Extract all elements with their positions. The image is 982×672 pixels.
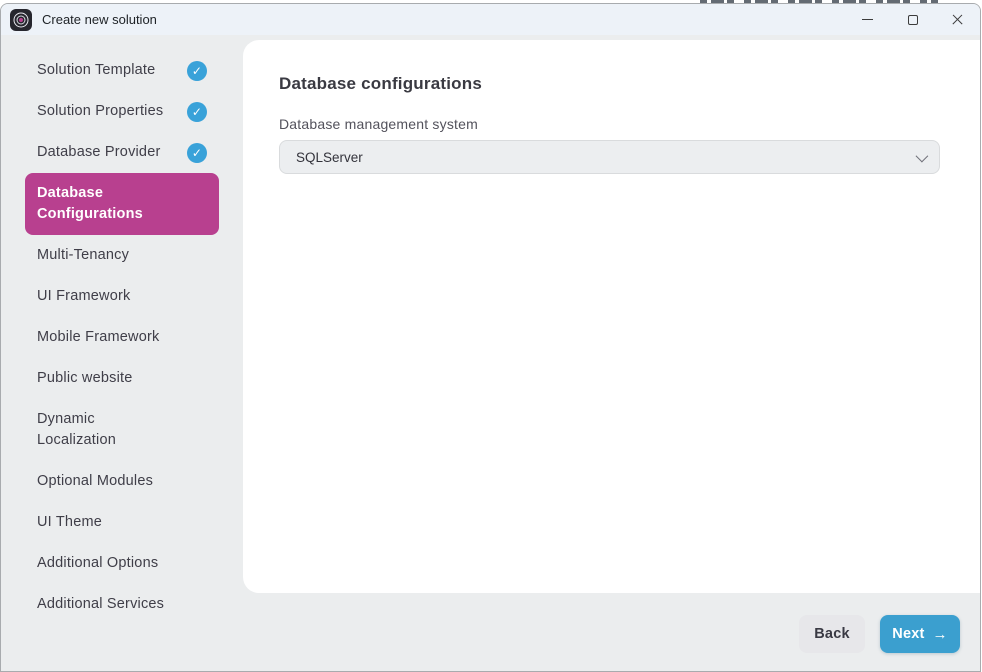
chevron-down-icon [915, 149, 929, 162]
sidebar-item-public-website[interactable]: Public website [25, 358, 219, 399]
step-completed-check-icon: ✓ [187, 142, 207, 163]
select-value: SQLServer [296, 149, 363, 165]
sidebar-item-mobile-framework[interactable]: Mobile Framework [25, 317, 219, 358]
titlebar: Create new solution [1, 4, 980, 35]
sidebar-item-label: Database Provider [37, 144, 161, 160]
sidebar-item-ui-framework[interactable]: UI Framework [25, 276, 219, 317]
sidebar-item-label: Solution Template [37, 62, 156, 78]
page-title: Database configurations [279, 74, 482, 93]
next-button-label: Next [892, 626, 925, 642]
window-controls [845, 4, 980, 35]
sidebar-item-label: Additional Options [37, 555, 159, 571]
back-button[interactable]: Back [799, 615, 865, 653]
next-button[interactable]: Next → [880, 615, 960, 653]
sidebar-item-solution-properties[interactable]: Solution Properties ✓ [25, 91, 219, 132]
step-completed-check-icon: ✓ [187, 101, 207, 122]
wizard-footer-actions: Back Next → [799, 615, 960, 653]
sidebar-item-label: Optional Modules [37, 473, 154, 489]
sidebar-item-label: UI Framework [37, 288, 131, 304]
sidebar-item-label: Dynamic Localization [37, 411, 116, 448]
sidebar-item-label: Solution Properties [37, 103, 164, 119]
minimize-button[interactable] [845, 4, 890, 35]
sidebar-item-label: Multi-Tenancy [37, 247, 130, 263]
create-new-solution-window: Create new solution Solution Template ✓ … [0, 3, 981, 672]
sidebar-item-optional-modules[interactable]: Optional Modules [25, 461, 219, 502]
sidebar-item-label: Public website [37, 370, 133, 386]
window-title: Create new solution [42, 12, 157, 27]
database-management-system-select[interactable]: SQLServer [279, 140, 940, 174]
sidebar-item-label: Mobile Framework [37, 329, 160, 345]
arrow-right-icon: → [932, 625, 948, 643]
main-panel: Database configurations Database managem… [243, 40, 980, 593]
sidebar-item-additional-options[interactable]: Additional Options [25, 543, 219, 584]
close-button[interactable] [935, 4, 980, 35]
sidebar-item-solution-template[interactable]: Solution Template ✓ [25, 50, 219, 91]
step-completed-check-icon: ✓ [187, 60, 207, 81]
sidebar-item-additional-services[interactable]: Additional Services [25, 584, 219, 625]
database-management-system-label: Database management system [279, 116, 478, 132]
sidebar-item-database-provider[interactable]: Database Provider ✓ [25, 132, 219, 173]
sidebar-item-multi-tenancy[interactable]: Multi-Tenancy [25, 235, 219, 276]
sidebar-item-label: Additional Services [37, 596, 165, 612]
minimize-icon [862, 18, 873, 21]
close-icon [951, 13, 964, 26]
sidebar-item-label: Database Configurations [37, 185, 143, 222]
sidebar-item-ui-theme[interactable]: UI Theme [25, 502, 219, 543]
app-logo-icon [10, 8, 32, 31]
maximize-button[interactable] [890, 4, 935, 35]
sidebar-item-dynamic-localization[interactable]: Dynamic Localization [25, 399, 219, 461]
back-button-label: Back [814, 626, 850, 642]
maximize-icon [907, 14, 918, 25]
sidebar-item-label: UI Theme [37, 514, 102, 530]
sidebar-item-database-configurations[interactable]: Database Configurations [25, 173, 219, 235]
sidebar-nav: Solution Template ✓ Solution Properties … [1, 35, 243, 671]
